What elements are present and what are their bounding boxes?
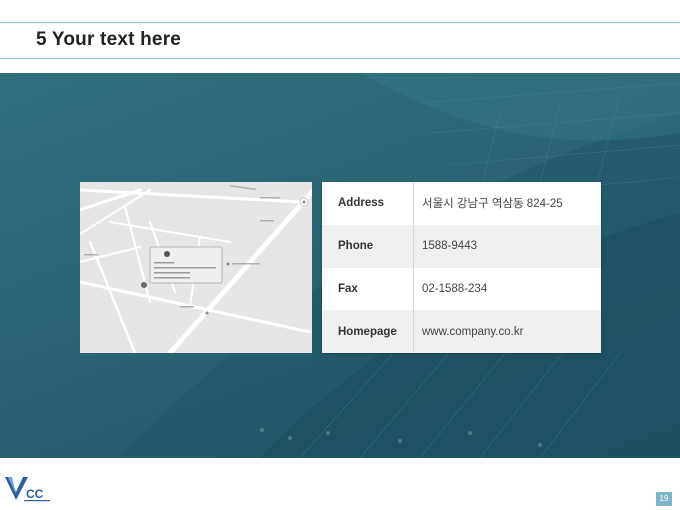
fax-row: Fax 02-1588-234 xyxy=(322,267,601,311)
slide-title: 5 Your text here xyxy=(36,29,182,50)
column-divider xyxy=(413,310,414,353)
address-label: Address xyxy=(338,197,385,210)
location-map[interactable] xyxy=(80,182,312,353)
homepage-link[interactable]: www.company.co.kr xyxy=(414,326,523,338)
vcc-logo-icon: CC xyxy=(4,474,54,504)
map-illustration xyxy=(80,182,312,353)
phone-label: Phone xyxy=(338,240,374,253)
address-row: Address 서울시 강남구 역삼동 824-25 xyxy=(322,182,601,225)
phone-row: Phone 1588-9443 xyxy=(322,224,601,268)
column-divider xyxy=(413,182,414,225)
address-value: 서울시 강남구 역삼동 824-25 xyxy=(422,198,563,211)
title-underline xyxy=(0,58,680,59)
top-rule xyxy=(0,22,680,23)
logo-text: CC xyxy=(26,487,44,501)
phone-value: 1588-9443 xyxy=(422,240,477,253)
fax-label: Fax xyxy=(338,282,358,295)
contact-info-table: Address 서울시 강남구 역삼동 824-25 Phone 1588-94… xyxy=(322,182,601,353)
homepage-row: Homepage www.company.co.kr xyxy=(322,310,601,353)
page-number-badge: 19 xyxy=(656,492,672,506)
column-divider xyxy=(413,224,414,268)
column-divider xyxy=(413,267,414,311)
homepage-label: Homepage xyxy=(338,325,397,338)
fax-value: 02-1588-234 xyxy=(422,282,488,295)
